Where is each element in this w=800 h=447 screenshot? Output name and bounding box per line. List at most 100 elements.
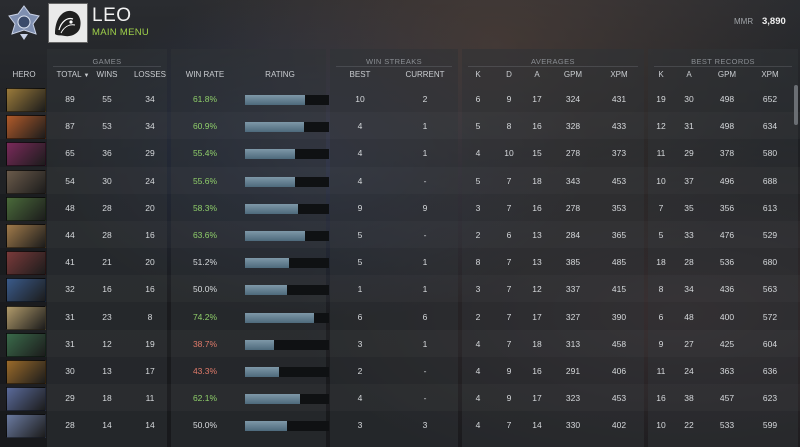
column-header-streak-best[interactable]: BEST	[345, 70, 375, 79]
games-divider	[53, 66, 161, 67]
table-row[interactable]: 28 14 14 50.0% 3 3 4 7 14 330 402 10 22 533 599	[0, 411, 800, 439]
cell-total: 54	[65, 175, 75, 186]
cell-best-k: 6	[658, 311, 664, 322]
cell-avg-k: 6	[475, 94, 481, 104]
cell-streak-current: 1	[422, 284, 428, 295]
cell-best-k: 19	[656, 94, 666, 104]
cell-best-a: 38	[684, 393, 694, 404]
cell-avg-d: 9	[506, 366, 512, 376]
cell-best-k: 11	[656, 366, 666, 376]
column-header-best-a[interactable]: A	[682, 70, 696, 79]
cell-win-rate: 51.2%	[192, 257, 218, 268]
column-header-losses[interactable]: LOSSES	[130, 70, 170, 79]
cell-avg-a: 17	[532, 393, 542, 404]
cell-avg-d: 9	[506, 393, 512, 404]
cell-streak-best: 1	[357, 284, 363, 295]
hero-portrait-icon[interactable]	[6, 414, 46, 439]
cell-avg-d: 7	[506, 338, 512, 349]
cell-losses: 16	[145, 230, 155, 240]
table-row[interactable]: 65 36 29 55.4% 4 1 4 10 15 278 373 11 29 378 580	[0, 139, 800, 167]
table-row[interactable]: 30 13 17 43.3% 2 - 4 9 16 291 406 11 24 363 636	[0, 357, 800, 384]
table-scrollbar[interactable]	[794, 85, 798, 125]
column-header-avg-a[interactable]: A	[530, 70, 544, 79]
cell-best-k: 7	[658, 202, 664, 213]
best-records-divider	[654, 66, 792, 67]
cell-avg-xpm: 431	[611, 94, 627, 104]
table-row[interactable]: 89 55 34 61.8% 10 2 6 9 17 324 431 19 30 498 652	[0, 85, 800, 112]
rating-bar-fill	[245, 95, 306, 105]
hero-portrait-icon[interactable]	[6, 115, 46, 140]
table-row[interactable]: 48 28 20 58.3% 9 9 3 7 16 278 353 7 35 356 613	[0, 194, 800, 221]
rating-bar-fill	[245, 367, 280, 377]
cell-avg-a: 18	[532, 338, 542, 349]
hero-portrait-icon[interactable]	[6, 387, 46, 412]
table-row[interactable]: 32 16 16 50.0% 1 1 3 7 12 337 415 8 34 436 563	[0, 275, 800, 303]
column-header-hero[interactable]: HERO	[4, 70, 44, 79]
cell-avg-gpm: 278	[565, 148, 581, 159]
hero-portrait-icon[interactable]	[6, 278, 46, 303]
cell-avg-xpm: 458	[611, 338, 627, 349]
cell-streak-current: -	[423, 175, 427, 186]
column-header-rating[interactable]: RATING	[260, 70, 300, 79]
cell-losses: 29	[145, 148, 155, 159]
cell-losses: 17	[145, 366, 155, 376]
column-header-streak-current[interactable]: CURRENT	[400, 70, 450, 79]
column-header-avg-k[interactable]: K	[472, 70, 484, 79]
cell-best-gpm: 496	[719, 175, 735, 186]
cell-avg-xpm: 402	[611, 420, 627, 431]
cell-streak-best: 4	[357, 148, 363, 159]
cell-best-a: 22	[684, 420, 694, 431]
table-row[interactable]: 29 18 11 62.1% 4 - 4 9 17 323 453 16 38 457 623	[0, 384, 800, 412]
column-header-wins[interactable]: WINS	[92, 70, 122, 79]
table-row[interactable]: 44 28 16 63.6% 5 - 2 6 13 284 365 5 33 476 529	[0, 221, 800, 248]
column-header-best-xpm[interactable]: XPM	[756, 70, 784, 79]
hero-portrait-icon[interactable]	[6, 196, 46, 221]
table-row[interactable]: 31 23 8 74.2% 6 6 2 7 17 327 390 6 48 400 572	[0, 303, 800, 330]
cell-wins: 30	[102, 175, 112, 186]
cell-avg-k: 4	[475, 148, 481, 159]
column-header-avg-d[interactable]: D	[503, 70, 515, 79]
table-row[interactable]: 41 21 20 51.2% 5 1 8 7 13 385 485 18 28 536 680	[0, 248, 800, 276]
hero-portrait-icon[interactable]	[6, 88, 46, 112]
column-header-total[interactable]: TOTAL ▼	[53, 70, 93, 79]
table-row[interactable]: 87 53 34 60.9% 4 1 5 8 16 328 433 12 31 498 634	[0, 112, 800, 140]
hero-portrait-icon[interactable]	[6, 224, 46, 248]
cell-best-gpm: 378	[719, 148, 735, 159]
player-avatar[interactable]	[48, 3, 88, 43]
cell-avg-a: 17	[532, 311, 542, 322]
cell-avg-xpm: 406	[611, 366, 627, 376]
hero-portrait-icon[interactable]	[6, 332, 46, 357]
cell-losses: 34	[145, 121, 155, 132]
cell-best-a: 24	[684, 366, 694, 376]
cell-best-gpm: 533	[719, 420, 735, 431]
cell-losses: 24	[145, 175, 155, 186]
hero-portrait-icon[interactable]	[6, 142, 46, 167]
cell-avg-xpm: 485	[611, 257, 627, 268]
cell-streak-current: -	[423, 230, 427, 240]
rating-bar	[245, 149, 329, 160]
hero-portrait-icon[interactable]	[6, 251, 46, 276]
cell-best-a: 37	[684, 175, 694, 186]
table-row[interactable]: 54 30 24 55.6% 4 - 5 7 18 343 453 10 37 496 688	[0, 167, 800, 194]
cell-losses: 16	[145, 284, 155, 295]
hero-portrait-icon[interactable]	[6, 169, 46, 194]
column-header-best-gpm[interactable]: GPM	[714, 70, 740, 79]
hero-portrait-icon[interactable]	[6, 360, 46, 384]
hero-portrait-icon[interactable]	[6, 305, 46, 330]
main-menu-link[interactable]: MAIN MENU	[92, 27, 149, 38]
column-header-avg-gpm[interactable]: GPM	[560, 70, 586, 79]
cell-avg-xpm: 453	[611, 393, 627, 404]
column-header-win-rate[interactable]: WIN RATE	[180, 70, 230, 79]
rating-bar-fill	[245, 176, 295, 187]
cell-avg-a: 16	[532, 366, 542, 376]
table-row[interactable]: 31 12 19 38.7% 3 1 4 7 18 313 458 9 27 425 604	[0, 330, 800, 357]
cell-total: 30	[65, 366, 75, 376]
cell-losses: 20	[145, 202, 155, 213]
player-name: LEO	[92, 5, 132, 26]
cell-wins: 16	[102, 284, 112, 295]
cell-best-a: 29	[684, 148, 694, 159]
cell-total: 31	[65, 338, 75, 349]
column-header-avg-xpm[interactable]: XPM	[605, 70, 633, 79]
rating-bar	[245, 231, 329, 241]
column-header-best-k[interactable]: K	[654, 70, 668, 79]
